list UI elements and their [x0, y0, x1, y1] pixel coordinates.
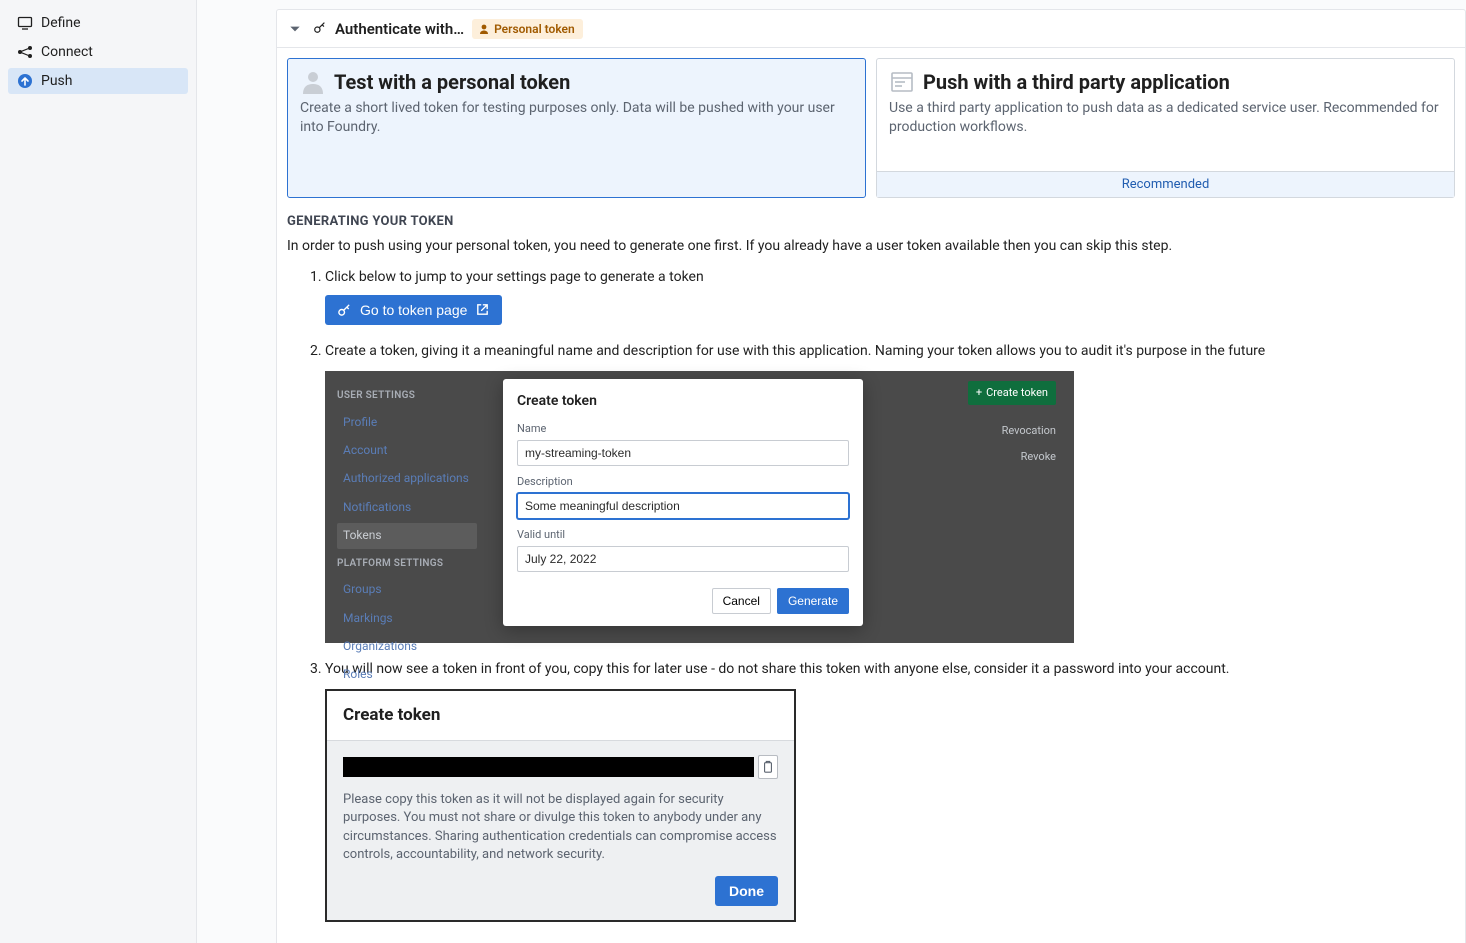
revocation-column-header: Revocation — [968, 423, 1056, 439]
collapse-chevron-icon[interactable] — [285, 19, 305, 39]
token-description-input — [517, 493, 849, 519]
option-desc: Use a third party application to push da… — [889, 99, 1442, 137]
sidebar-item-connect[interactable]: Connect — [8, 39, 188, 65]
button-label: Go to token page — [360, 302, 467, 318]
recommended-label: Recommended — [877, 171, 1454, 197]
settings-link-tokens: Tokens — [337, 523, 477, 548]
connect-icon — [17, 44, 33, 60]
platform-settings-heading: PLATFORM SETTINGS — [337, 557, 477, 572]
done-button: Done — [715, 876, 778, 906]
option-third-party[interactable]: Push with a third party application Use … — [876, 58, 1455, 198]
settings-link-profile: Profile — [337, 410, 477, 435]
sidebar-item-push[interactable]: Push — [8, 68, 188, 94]
description-label: Description — [517, 474, 849, 490]
main-content: Authenticate with… Personal token Test w… — [197, 0, 1466, 943]
step-1: Click below to jump to your settings pag… — [325, 267, 1455, 325]
auth-option-row: Test with a personal token Create a shor… — [287, 58, 1455, 198]
name-label: Name — [517, 421, 849, 437]
settings-link-account: Account — [337, 438, 477, 463]
option-desc: Create a short lived token for testing p… — [300, 99, 853, 137]
section-intro: In order to push using your personal tok… — [287, 237, 1455, 257]
section-heading: GENERATING YOUR TOKEN — [287, 214, 1455, 229]
sidebar-item-define[interactable]: Define — [8, 10, 188, 36]
user-settings-heading: USER SETTINGS — [337, 389, 477, 404]
token-warning-text: Please copy this token as it will not be… — [343, 791, 778, 864]
external-link-icon — [475, 302, 490, 317]
token-display-screenshot: Create token Please copy this token as i… — [325, 689, 796, 921]
dialog-title: Create token — [517, 391, 849, 411]
step-2: Create a token, giving it a meaningful n… — [325, 341, 1455, 643]
badge-label: Personal token — [494, 22, 575, 36]
valid-until-label: Valid until — [517, 527, 849, 543]
option-personal-token[interactable]: Test with a personal token Create a shor… — [287, 58, 866, 198]
masked-token-value — [343, 757, 754, 777]
option-title: Push with a third party application — [923, 70, 1230, 94]
card-header-title: Authenticate with… — [335, 20, 464, 38]
embed2-title: Create token — [327, 691, 794, 741]
step-3: You will now see a token in front of you… — [325, 659, 1455, 922]
settings-link-groups: Groups — [337, 577, 477, 602]
settings-link-notifications: Notifications — [337, 495, 477, 520]
sidebar: Define Connect Push — [0, 0, 197, 943]
content-card: Authenticate with… Personal token Test w… — [276, 9, 1466, 943]
personal-token-badge: Personal token — [472, 19, 583, 39]
steps-list: Click below to jump to your settings pag… — [287, 267, 1455, 922]
step-2-text: Create a token, giving it a meaningful n… — [325, 343, 1265, 359]
valid-until-input — [517, 546, 849, 572]
revoke-link: Revoke — [968, 449, 1056, 465]
create-token-dialog-screenshot: USER SETTINGS Profile Account Authorized… — [325, 371, 1074, 643]
key-icon — [337, 302, 352, 317]
push-icon — [17, 73, 33, 89]
go-to-token-page-button[interactable]: Go to token page — [325, 295, 502, 325]
settings-link-roles: Roles — [337, 662, 477, 687]
option-title: Test with a personal token — [334, 70, 570, 94]
cancel-button: Cancel — [712, 588, 771, 614]
monitor-icon — [17, 15, 33, 31]
settings-link-organizations: Organizations — [337, 634, 477, 659]
person-silhouette-icon — [300, 69, 326, 95]
settings-link-auth-apps: Authorized applications — [337, 466, 477, 491]
person-icon — [478, 23, 490, 35]
application-icon — [889, 69, 915, 95]
sidebar-item-label: Connect — [41, 44, 93, 60]
settings-link-markings: Markings — [337, 606, 477, 631]
create-token-dialog: Create token Name Description Valid unti… — [503, 379, 863, 626]
sidebar-item-label: Define — [41, 15, 81, 31]
plus-icon: + — [976, 385, 982, 401]
generate-button: Generate — [777, 588, 849, 614]
card-header: Authenticate with… Personal token — [277, 10, 1465, 48]
create-token-green-button: + Create token — [968, 381, 1056, 405]
token-name-input — [517, 440, 849, 466]
clipboard-icon — [758, 755, 778, 779]
key-icon — [313, 20, 327, 38]
step-1-text: Click below to jump to your settings pag… — [325, 269, 704, 285]
sidebar-item-label: Push — [41, 73, 73, 89]
